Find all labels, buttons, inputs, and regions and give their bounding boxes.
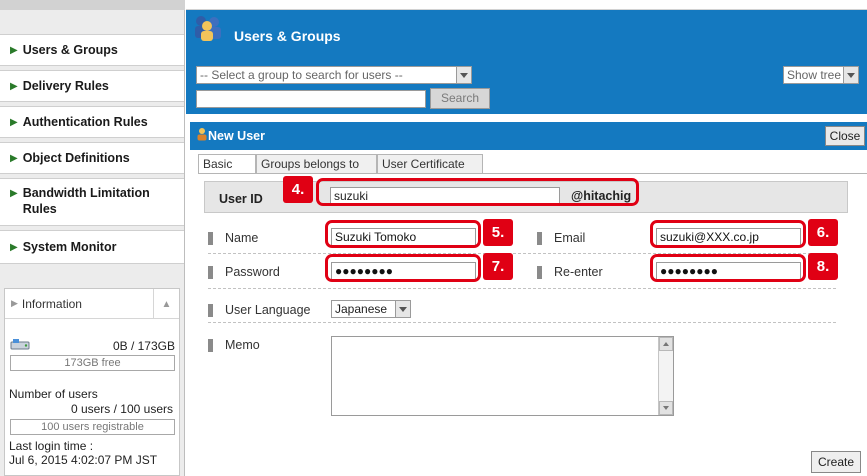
tab-divider [198,173,867,174]
group-select[interactable]: -- Select a group to search for users -- [196,66,472,84]
memo-textarea[interactable] [331,336,674,416]
triangle-right-icon: ▶ [10,241,18,253]
scroll-down-icon[interactable] [659,401,673,415]
triangle-right-icon: ▶ [10,44,18,56]
chevron-down-icon[interactable] [456,67,471,83]
users-registrable-box: 100 users registrable [10,419,175,435]
disk-free-box: 173GB free [10,355,175,371]
create-button[interactable]: Create [811,451,861,473]
field-marker [208,339,213,352]
field-marker [537,232,542,245]
tab-groups-belongs-to[interactable]: Groups belongs to [256,154,377,174]
callout-box-reenter [650,254,806,282]
sidebar-item-system-monitor[interactable]: ▶ System Monitor [0,230,184,264]
disk-drive-icon [10,339,30,350]
last-login-value: Jul 6, 2015 4:02:07 PM JST [9,453,158,467]
sidebar-item-delivery-rules[interactable]: ▶ Delivery Rules [0,70,184,102]
sidebar-item-label: Authentication Rules [22,115,148,129]
search-input[interactable] [196,90,426,108]
name-label: Name [225,231,259,245]
sidebar-item-object-definitions[interactable]: ▶ Object Definitions [0,142,184,174]
close-button[interactable]: Close [825,126,865,146]
users-count-value: 0 users / 100 users [70,402,173,416]
email-label: Email [554,231,586,245]
sidebar-item-authentication-rules[interactable]: ▶ Authentication Rules [0,106,184,138]
last-login: Last login time : Jul 6, 2015 4:02:07 PM… [9,439,181,467]
tab-user-certificate[interactable]: User Certificate [377,154,483,174]
callout-number: 6. [808,219,838,246]
triangle-right-icon: ▶ [10,152,18,164]
disk-usage-value: 0B / 173GB [112,339,175,353]
callout-number: 5. [483,219,513,246]
information-panel: ▶ Information ▲ 0B / 173GB 173GB free Nu… [4,288,180,476]
sidebar-item-label: Object Definitions [22,151,130,165]
sidebar-item-users-groups[interactable]: ▶ Users & Groups [0,34,184,66]
callout-box-password [325,254,481,282]
disk-usage-row: 0B / 173GB [9,337,175,353]
row-divider [208,322,836,323]
field-marker [208,266,213,279]
memo-label: Memo [225,338,260,352]
field-marker [537,266,542,279]
tab-basic[interactable]: Basic [198,154,256,174]
chevron-down-icon[interactable] [843,67,858,83]
triangle-right-icon: ▶ [10,116,18,128]
callout-number: 4. [283,176,313,203]
show-tree-value: Show tree [787,68,842,82]
sidebar-item-label: System Monitor [22,240,117,254]
new-user-titlebar: New User Close [190,122,867,150]
sidebar-item-label: Users & Groups [22,43,118,57]
triangle-right-icon: ▶ [11,298,18,308]
users-count-label: Number of users [9,387,98,401]
sidebar-item-label: Delivery Rules [22,79,109,93]
sidebar-top-strip [0,0,185,10]
scroll-up-icon[interactable] [659,337,673,351]
group-select-value: -- Select a group to search for users -- [200,68,403,82]
user-id-label: User ID [219,192,263,206]
sidebar-item-label-line2: Rules [22,202,57,216]
triangle-right-icon: ▶ [10,188,18,199]
callout-box-user-id [316,178,639,206]
field-marker [208,304,213,317]
last-login-label: Last login time : [9,439,94,453]
scroll-up-icon[interactable]: ▲ [153,289,179,319]
information-header[interactable]: ▶ Information ▲ [5,289,179,319]
user-language-label: User Language [225,303,311,317]
chevron-down-icon[interactable] [395,301,410,317]
callout-number: 7. [483,253,513,280]
user-icon [197,128,207,141]
sidebar-item-bandwidth-limitation-rules[interactable]: ▶ Bandwidth Limitation Rules [0,178,184,226]
sidebar: ▶ Users & Groups ▶ Delivery Rules ▶ Auth… [0,0,185,476]
new-user-title: New User [208,129,265,143]
triangle-right-icon: ▶ [10,80,18,92]
callout-box-email [650,220,806,248]
sidebar-item-label-line1: Bandwidth Limitation [22,186,150,200]
callout-box-name [325,220,481,248]
main-top-strip [186,0,867,10]
search-button[interactable]: Search [430,88,490,109]
user-language-value: Japanese [335,302,388,316]
password-label: Password [225,265,280,279]
sidebar-item-label: Bandwidth Limitation Rules [23,185,150,217]
user-language-select[interactable]: Japanese [331,300,411,318]
reenter-label: Re-enter [554,265,603,279]
users-group-icon [195,16,221,41]
information-title: Information [21,296,82,311]
users-groups-header: Users & Groups -- Select a group to sear… [186,10,867,114]
field-marker [208,232,213,245]
memo-scrollbar[interactable] [658,337,673,415]
callout-number: 8. [808,253,838,280]
show-tree-select[interactable]: Show tree [783,66,859,84]
row-divider [208,288,836,289]
users-groups-title: Users & Groups [234,28,341,44]
